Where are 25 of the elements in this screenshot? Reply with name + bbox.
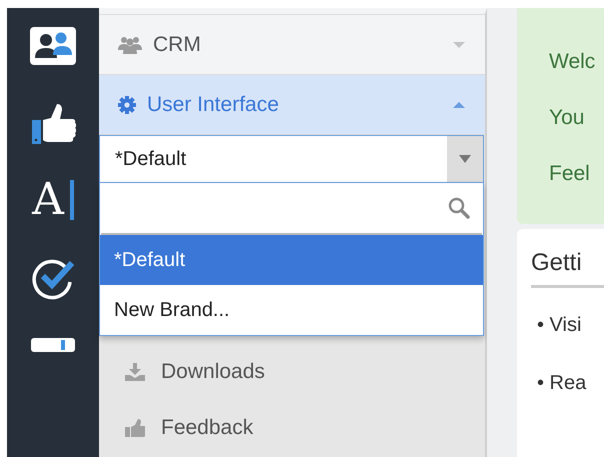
section-header[interactable]: User Interface [99,75,485,135]
contacts-icon [29,26,77,66]
thumbs-up-icon [125,419,145,437]
dropdown-caret-icon [459,155,471,163]
welcome-text: Feel [549,162,591,186]
card-title: Getti [531,249,604,288]
expand-caret-icon [453,40,465,48]
gear-icon [117,94,137,114]
logo-letter: A [32,178,64,222]
list-item: • Rea [536,372,588,395]
sidebar-link[interactable]: Downloads [161,360,265,384]
download-icon [125,363,145,381]
dropdown-option[interactable]: New Brand... [100,285,483,335]
dropdown-option[interactable]: *Default [100,235,483,285]
welcome-text: Welc [549,50,596,74]
brand-dropdown[interactable]: *Default [99,135,484,183]
cursor-bar-icon [70,180,74,220]
sidebar-link[interactable]: Feedback [161,416,254,440]
search-icon [448,197,470,219]
collapse-caret-icon [453,100,465,108]
list-item: • Visi [536,314,582,337]
welcome-text: You [549,106,586,130]
app-icon [31,338,75,352]
section-header[interactable]: CRM [99,14,485,75]
people-icon [117,34,143,54]
